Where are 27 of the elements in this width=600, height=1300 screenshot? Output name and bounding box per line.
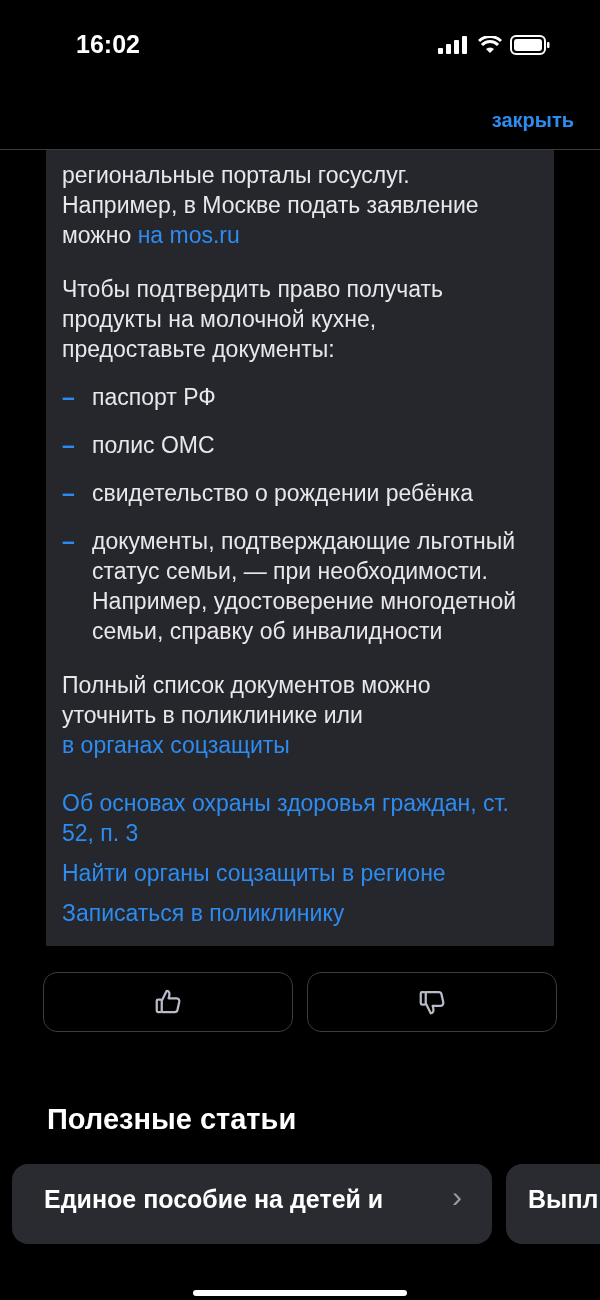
signal-icon [438, 36, 470, 54]
section-title: Полезные статьи [46, 1102, 298, 1137]
bullet-dash: – [62, 431, 76, 460]
inline-link[interactable]: в органах соцзащиты [62, 732, 290, 758]
article-link[interactable]: Об основах охраны здоровья граждан, ст. 52, п. 3 [62, 788, 526, 848]
inline-link[interactable]: на mos.ru [137, 222, 240, 248]
list-item-text: свидетельство о рождении ребёнка [92, 479, 474, 508]
wifi-icon [478, 36, 502, 54]
status-time: 16:02 [76, 29, 140, 61]
paragraph: Полный список документов можно уточнить в поликлинике или в органах соцзащиты [62, 671, 432, 760]
bullet-dash: – [62, 527, 76, 556]
list-item-text: полис ОМС [92, 431, 215, 460]
close-link[interactable]: закрыть [491, 104, 574, 135]
battery-icon [510, 35, 550, 55]
paragraph: региональные порталы госуслуг. Например, в Москве подать заявление можно на mos.ru [62, 161, 480, 250]
paragraph: Чтобы подтвердить право получать продукты на молочной кухне, предоставьте документы: [62, 275, 444, 364]
like-button[interactable] [43, 972, 293, 1032]
article-card-link[interactable]: Единое пособие на детей и › [12, 1163, 492, 1244]
article-link[interactable]: Записаться в поликлинику [62, 898, 526, 928]
article-card-link[interactable]: Выпл [506, 1163, 600, 1244]
list-item-text: документы, подтверждающие льготный статус семьи, — при необходимости. Например, удостоверение многодетной семьи, справку об инвалидности [92, 527, 518, 646]
bullet-dash: – [62, 479, 76, 508]
chevron-icon: › [452, 1181, 462, 1212]
article-link[interactable]: Найти органы соцзащиты в регионе [62, 858, 526, 888]
list-item-text: паспорт РФ [92, 383, 216, 412]
dislike-button[interactable] [307, 972, 557, 1032]
bullet-dash: – [62, 383, 76, 412]
